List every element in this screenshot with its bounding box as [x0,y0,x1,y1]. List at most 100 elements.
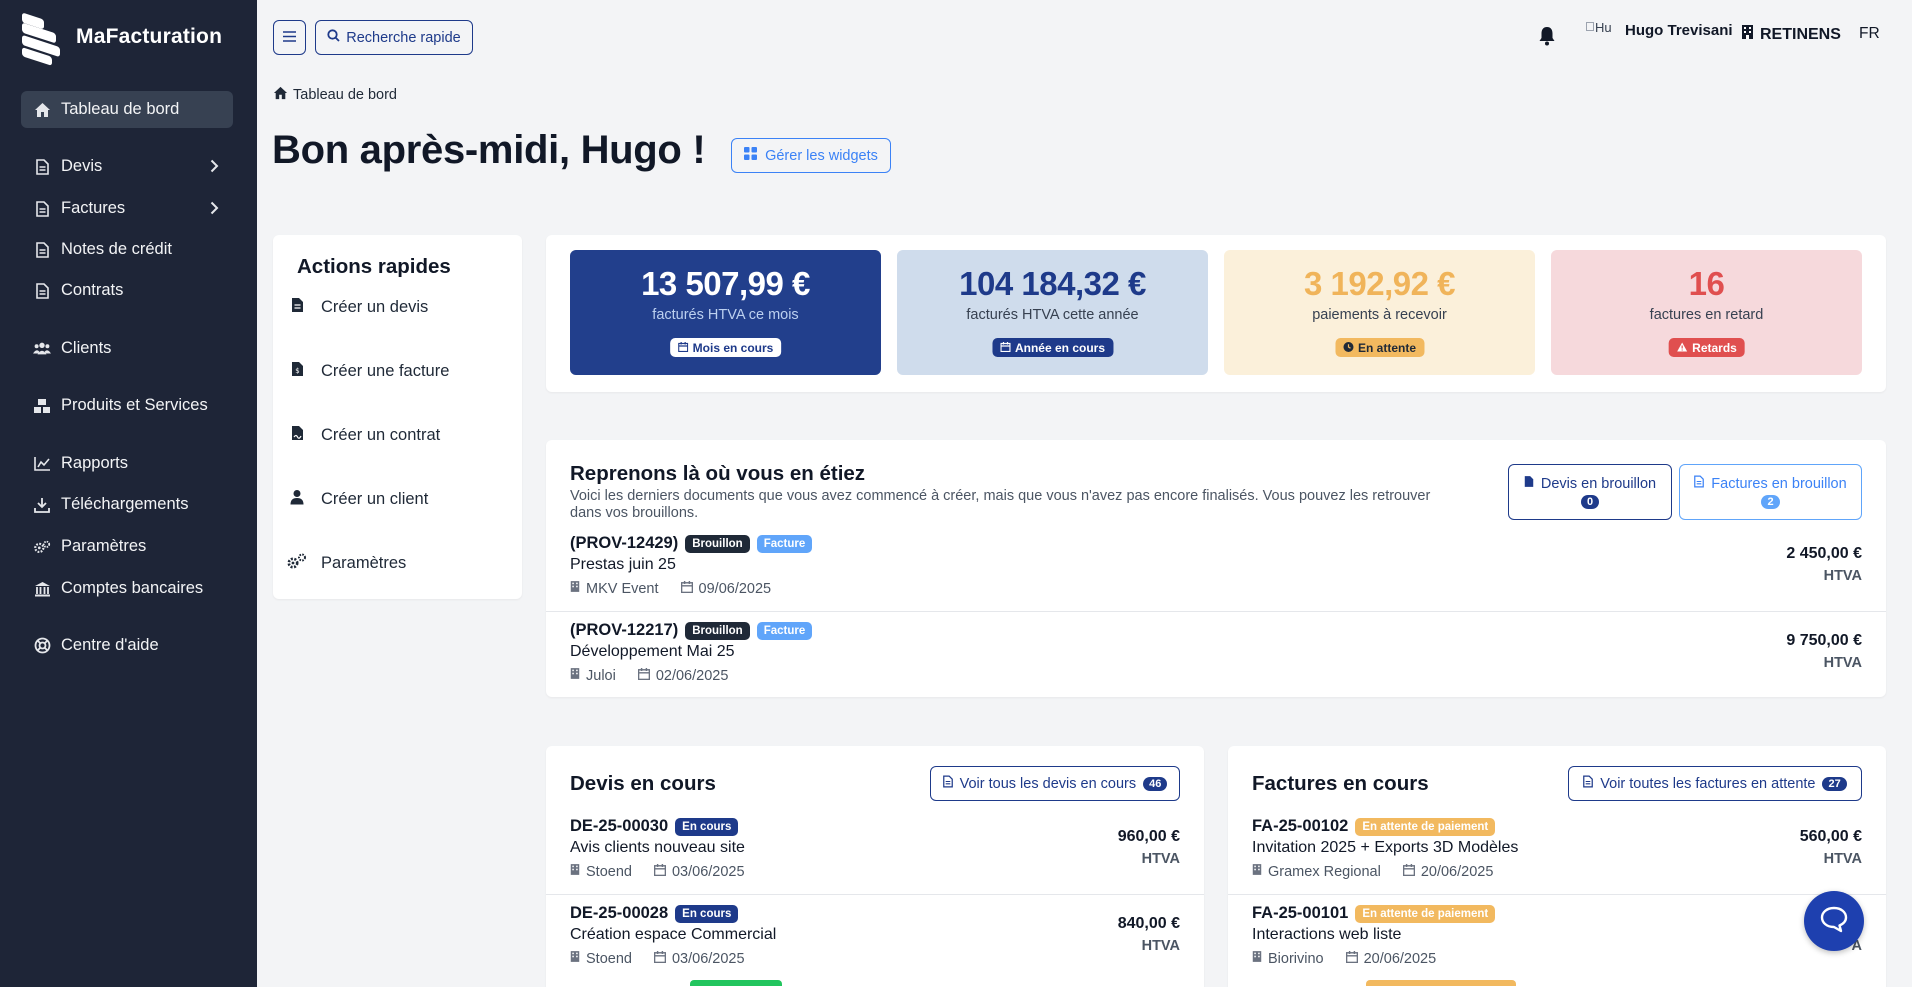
document-meta: MKV Event 09/06/2025 [570,580,771,597]
client-name: Stoend [586,863,632,880]
gears-icon [287,553,307,573]
view-all-quotes-button[interactable]: Voir tous les devis en cours 46 [930,766,1180,801]
quick-action-settings[interactable]: Paramètres [287,553,406,573]
list-item[interactable]: FA-25-00101 En attente de paiement Inter… [1228,894,1886,980]
sidebar-item-label: Tableau de bord [61,100,180,118]
stat-pending-payments[interactable]: 3 192,92 € paiements à recevoir En atten… [1224,250,1535,375]
language-switcher[interactable]: FR [1859,25,1880,43]
list-item[interactable]: DE-25-00028 En cours Création espace Com… [546,894,1204,980]
file-text-icon [287,297,307,317]
users-icon [33,340,51,358]
status-badge: Brouillon [685,534,750,553]
quotes-in-progress-card: Devis en cours Voir tous les devis en co… [546,746,1204,987]
document-amount: 840,00 € HTVA [1117,915,1180,954]
document-meta: Juloi 02/06/2025 [570,667,728,684]
company-name: RETINENS [1760,25,1841,43]
chart-icon [33,455,51,473]
sidebar-item-label: Devis [61,157,103,175]
manage-widgets-label: Gérer les widgets [765,147,878,164]
list-item[interactable]: (PROV-12429) Brouillon Facture Prestas j… [546,525,1886,611]
breadcrumb-item[interactable]: Tableau de bord [293,87,397,103]
sidebar-item-label: Rapports [61,454,128,472]
user-menu[interactable]: Hu Hugo Trevisani [1586,20,1733,40]
sidebar-item-help-center[interactable]: Centre d'aide [21,627,233,664]
sidebar-item-label: Paramètres [61,537,147,555]
quick-action-create-contract[interactable]: Créer un contrat [287,425,440,445]
stat-label: facturés HTVA ce mois [652,307,799,323]
sidebar-item-invoices[interactable]: Factures [21,190,233,227]
document-meta: Stoend 03/06/2025 [570,863,745,880]
quick-action-create-invoice[interactable]: $ Créer une facture [287,361,449,381]
sidebar-item-label: Factures [61,199,126,217]
status-badge: En attente de paiement [1355,904,1496,923]
building-icon [570,580,580,597]
quick-action-create-quote[interactable]: Créer un devis [287,297,428,317]
document-id: FA-25-00101 En attente de paiement [1252,904,1496,923]
stat-label: factures en retard [1649,307,1764,323]
document-id: FA-25-00102 En attente de paiement [1252,817,1496,836]
list-item[interactable]: DE-25-00030 En cours Avis clients nouvea… [546,808,1204,894]
sidebar-item-label: Contrats [61,281,124,299]
list-item[interactable]: FA-25-00102 En attente de paiement Invit… [1228,808,1886,894]
app-name: MaFacturation [76,25,223,48]
notifications-button[interactable] [1538,26,1556,51]
chevron-right-icon [210,201,219,220]
document-title: Invitation 2025 + Exports 3D Modèles [1252,839,1519,856]
grid-icon [744,147,758,164]
draft-invoices-button[interactable]: Factures en brouillon 2 [1679,464,1862,520]
broken-image-icon [1586,22,1594,31]
resume-drafts-card: Reprenons là où vous en étiez Voici les … [546,440,1886,697]
document-id: (PROV-12429) Brouillon Facture [570,534,813,553]
document-amount: 560,00 € HTVA [1799,828,1862,867]
download-icon [33,496,51,514]
sidebar-item-label: Centre d'aide [61,636,159,654]
document-date: 09/06/2025 [698,580,772,597]
calendar-icon [653,863,667,880]
list-item[interactable]: (PROV-12217) Brouillon Facture Développe… [546,611,1886,697]
document-id: DE-25-00030 En cours [570,817,739,836]
stat-overdue-invoices[interactable]: 16 factures en retard Retards [1551,250,1862,375]
stat-value: 16 [1688,265,1725,302]
status-badge-partial [690,980,782,986]
section-description: Voici les derniers documents que vous av… [570,488,1431,521]
building-icon [1741,24,1754,45]
help-chat-button[interactable] [1804,891,1864,951]
sidebar-item-dashboard[interactable]: Tableau de bord [21,91,233,128]
sidebar-item-reports[interactable]: Rapports [21,445,233,482]
lifebuoy-icon [33,637,51,655]
sidebar-item-quotes[interactable]: Devis [21,148,233,185]
count-badge: 46 [1143,776,1168,791]
menu-toggle-button[interactable] [273,20,306,55]
view-all-invoices-button[interactable]: Voir toutes les factures en attente 27 [1568,766,1862,801]
quick-search-label: Recherche rapide [346,29,461,46]
company-switcher[interactable]: RETINENS [1741,24,1841,45]
stat-yearly-revenue[interactable]: 104 184,32 € facturés HTVA cette année A… [897,250,1208,375]
draft-quotes-button[interactable]: Devis en brouillon 0 [1508,464,1672,520]
sidebar-item-settings[interactable]: Paramètres [21,528,233,565]
sidebar-item-clients[interactable]: Clients [21,330,233,367]
status-badge: En attente de paiement [1355,817,1496,836]
document-date: 20/06/2025 [1420,863,1494,880]
sidebar-item-contracts[interactable]: Contrats [21,272,233,309]
bell-icon [1538,26,1556,51]
home-icon [33,101,51,119]
stat-monthly-revenue[interactable]: 13 507,99 € facturés HTVA ce mois Mois e… [570,250,881,375]
sidebar-item-credit-notes[interactable]: Notes de crédit [21,231,233,268]
warning-icon [1676,341,1687,355]
quick-action-create-client[interactable]: Créer un client [287,489,428,509]
document-date: 02/06/2025 [655,667,729,684]
quick-search-button[interactable]: Recherche rapide [315,20,473,55]
sidebar-item-downloads[interactable]: Téléchargements [21,486,233,523]
sidebar-item-bank-accounts[interactable]: Comptes bancaires [21,570,233,607]
app-logo[interactable]: MaFacturation [22,12,223,66]
clock-icon [1342,341,1353,355]
document-amount: 9 750,00 € HTVA [1786,632,1862,671]
calendar-icon [680,580,693,597]
sidebar-item-products[interactable]: Produits et Services [21,387,233,424]
calendar-icon [653,950,667,967]
breadcrumb: Tableau de bord [273,86,397,104]
svg-text:$: $ [295,367,299,375]
manage-widgets-button[interactable]: Gérer les widgets [731,138,891,173]
building-icon [570,667,580,684]
document-title: Création espace Commercial [570,926,777,943]
